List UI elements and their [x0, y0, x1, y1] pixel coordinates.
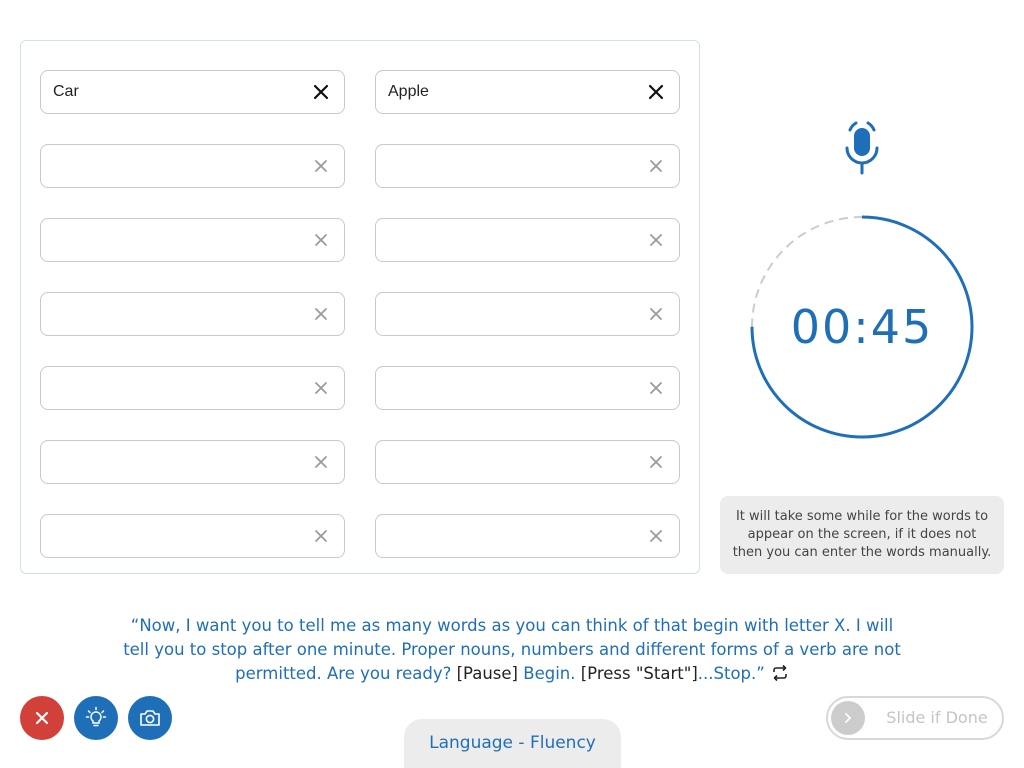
word-input[interactable]	[41, 219, 301, 261]
word-input[interactable]	[376, 441, 636, 483]
close-x-icon	[315, 234, 327, 246]
instruction-pause: [Pause]	[456, 664, 518, 683]
word-field[interactable]	[375, 514, 680, 558]
word-entry-panel	[20, 40, 700, 574]
chevron-right-icon	[845, 713, 851, 723]
close-x-icon	[313, 84, 329, 100]
word-field[interactable]	[375, 218, 680, 262]
word-field[interactable]	[40, 366, 345, 410]
instruction-stop: ...Stop.”	[697, 664, 765, 683]
slider-label: Slide if Done	[886, 708, 988, 727]
close-x-icon	[650, 382, 662, 394]
info-message: It will take some while for the words to…	[720, 496, 1004, 574]
clear-word-button[interactable]	[647, 527, 665, 545]
word-input[interactable]	[376, 71, 636, 113]
word-field[interactable]	[40, 440, 345, 484]
word-field[interactable]	[375, 70, 680, 114]
word-input[interactable]	[376, 145, 636, 187]
clear-word-button[interactable]	[312, 453, 330, 471]
clear-word-button[interactable]	[312, 83, 330, 101]
section-tab: Language - Fluency	[404, 719, 621, 768]
microphone-button[interactable]	[842, 120, 882, 176]
word-input[interactable]	[41, 71, 301, 113]
clear-word-button[interactable]	[647, 453, 665, 471]
clear-word-button[interactable]	[312, 379, 330, 397]
word-input[interactable]	[41, 367, 301, 409]
instruction-begin: Begin.	[518, 664, 581, 683]
word-input[interactable]	[41, 441, 301, 483]
word-field[interactable]	[375, 440, 680, 484]
word-field[interactable]	[40, 218, 345, 262]
word-input[interactable]	[376, 293, 636, 335]
clear-word-button[interactable]	[312, 157, 330, 175]
clear-word-button[interactable]	[312, 305, 330, 323]
clear-word-button[interactable]	[312, 527, 330, 545]
close-x-icon	[650, 530, 662, 542]
close-x-icon	[315, 308, 327, 320]
clear-word-button[interactable]	[647, 305, 665, 323]
microphone-icon	[845, 121, 879, 175]
word-input[interactable]	[41, 515, 301, 557]
word-input[interactable]	[41, 293, 301, 335]
clear-word-button[interactable]	[647, 157, 665, 175]
word-input[interactable]	[41, 145, 301, 187]
close-x-icon	[650, 160, 662, 172]
fluency-test-screen: 00:45 It will take some while for the wo…	[0, 0, 1024, 768]
word-field[interactable]	[375, 366, 680, 410]
close-x-icon	[315, 160, 327, 172]
clear-word-button[interactable]	[312, 231, 330, 249]
word-input[interactable]	[376, 367, 636, 409]
close-icon	[35, 711, 49, 725]
clear-word-button[interactable]	[647, 83, 665, 101]
hint-button[interactable]	[74, 696, 118, 740]
close-x-icon	[315, 456, 327, 468]
camera-icon	[140, 710, 160, 726]
word-field[interactable]	[40, 70, 345, 114]
slider-knob[interactable]	[831, 701, 865, 735]
word-field[interactable]	[40, 292, 345, 336]
lightbulb-icon	[85, 706, 107, 727]
word-field[interactable]	[375, 292, 680, 336]
close-x-icon	[650, 234, 662, 246]
close-x-icon	[650, 308, 662, 320]
word-input[interactable]	[376, 515, 636, 557]
clear-word-button[interactable]	[647, 379, 665, 397]
countdown-timer: 00:45	[749, 214, 975, 440]
timer-display: 00:45	[790, 300, 934, 354]
word-field[interactable]	[40, 514, 345, 558]
close-x-icon	[650, 456, 662, 468]
clear-word-button[interactable]	[647, 231, 665, 249]
repeat-icon	[773, 664, 787, 682]
close-button[interactable]	[20, 696, 64, 740]
close-x-icon	[315, 530, 327, 542]
close-x-icon	[315, 382, 327, 394]
word-field[interactable]	[375, 144, 680, 188]
camera-button[interactable]	[128, 696, 172, 740]
word-field[interactable]	[40, 144, 345, 188]
repeat-button[interactable]	[771, 664, 789, 689]
slide-if-done-slider[interactable]: Slide if Done	[826, 696, 1004, 740]
word-input[interactable]	[376, 219, 636, 261]
instruction-text: “Now, I want you to tell me as many word…	[120, 614, 904, 689]
close-x-icon	[648, 84, 664, 100]
instruction-press-start: [Press "Start"]	[580, 664, 698, 683]
